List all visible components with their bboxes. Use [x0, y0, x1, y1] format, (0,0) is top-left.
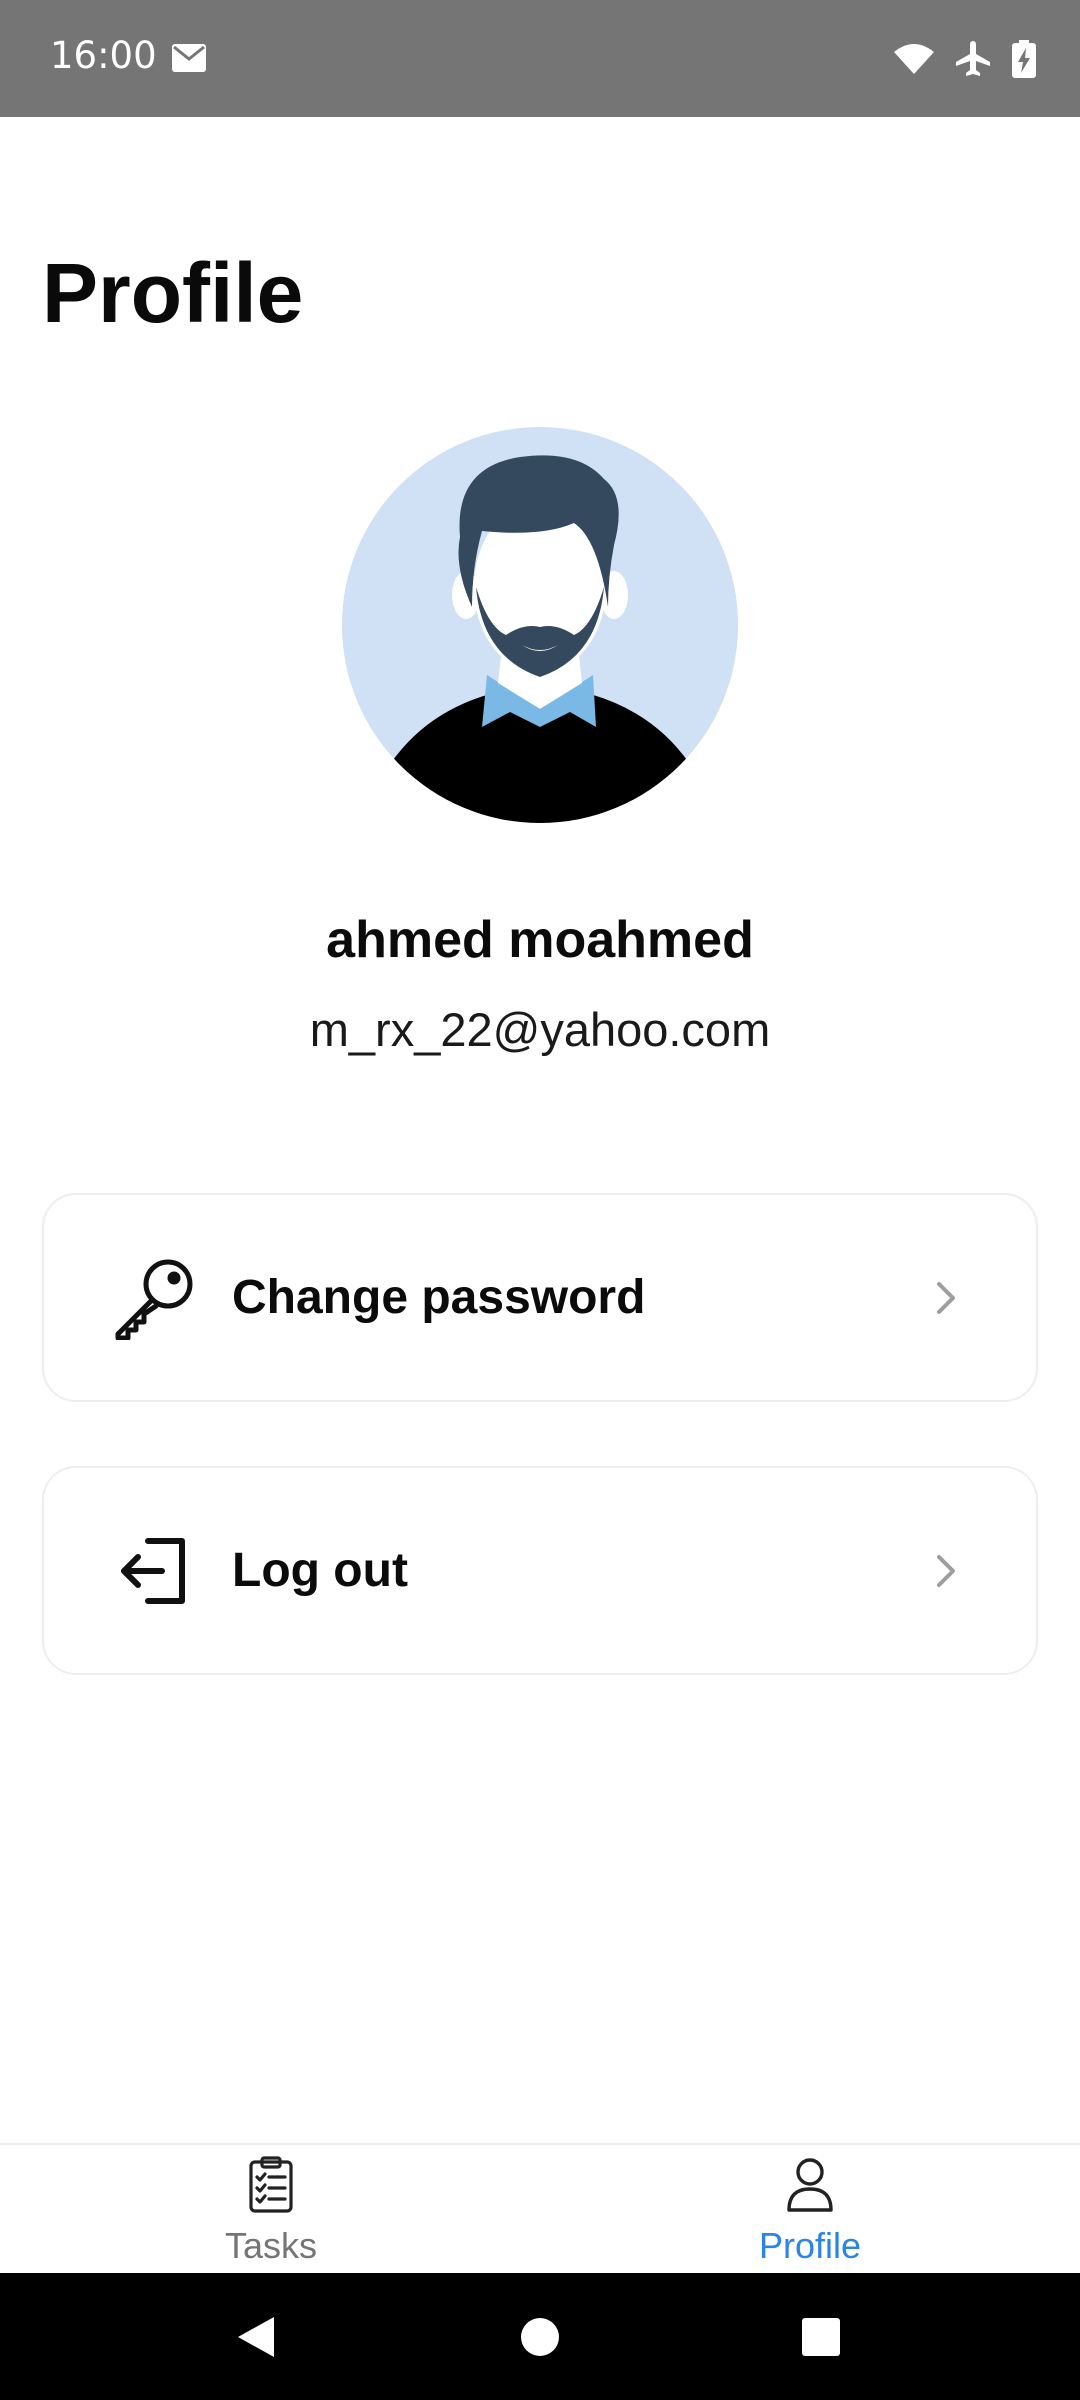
chevron-right-icon [937, 1281, 955, 1314]
status-bar: 16:00 [0, 0, 1080, 117]
recents-button[interactable] [801, 2315, 841, 2359]
tab-tasks[interactable]: Tasks [121, 2155, 421, 2275]
status-icons [894, 37, 1036, 81]
avatar [342, 427, 738, 823]
person-icon [787, 2158, 833, 2212]
logout-button[interactable]: Log out [42, 1466, 1038, 1675]
airplane-icon [956, 41, 990, 76]
user-email: m_rx_22@yahoo.com [309, 1003, 771, 1056]
page-title: Profile [42, 246, 304, 340]
back-button[interactable] [236, 2315, 276, 2359]
key-icon [104, 1248, 204, 1348]
home-button[interactable] [520, 2315, 560, 2359]
bottom-nav: Tasks Profile [0, 2143, 1080, 2273]
status-time: 16:00 [50, 34, 157, 77]
mail-icon [172, 44, 206, 72]
logout-label: Log out [232, 1544, 408, 1597]
user-name: ahmed moahmed [326, 911, 754, 969]
tab-profile-label: Profile [758, 2225, 862, 2266]
battery-charging-icon [1012, 40, 1036, 78]
logout-icon [104, 1521, 204, 1621]
system-nav-bar [0, 2273, 1080, 2400]
clipboard-checklist-icon [249, 2156, 293, 2213]
wifi-icon [894, 44, 934, 74]
tab-profile[interactable]: Profile [660, 2155, 960, 2275]
tab-tasks-label: Tasks [224, 2225, 318, 2266]
change-password-label: Change password [232, 1271, 646, 1324]
chevron-right-icon [937, 1554, 955, 1587]
change-password-button[interactable]: Change password [42, 1193, 1038, 1402]
